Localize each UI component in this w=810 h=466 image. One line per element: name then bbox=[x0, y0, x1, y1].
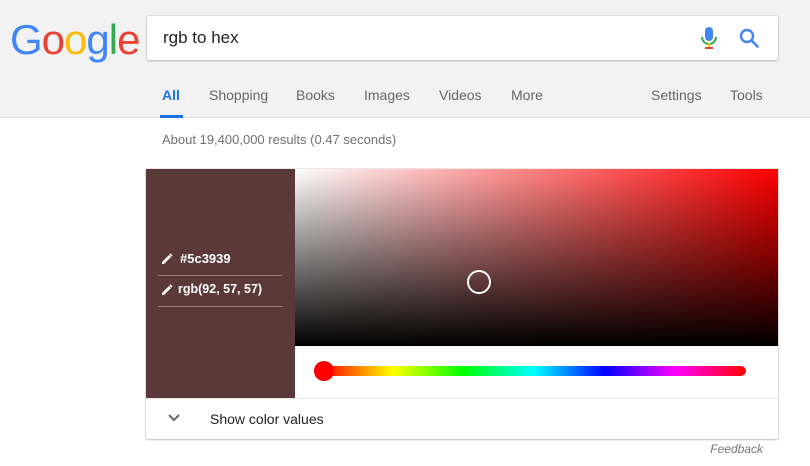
hue-slider[interactable] bbox=[314, 361, 746, 381]
color-picker-card: #5c3939 rgb(92, 57, 57) Show color value… bbox=[146, 169, 778, 439]
logo-letter: o bbox=[64, 16, 87, 63]
saturation-value-picker[interactable] bbox=[295, 169, 778, 346]
logo-letter: l bbox=[108, 16, 118, 63]
tab-videos[interactable]: Videos bbox=[439, 87, 482, 118]
search-input[interactable] bbox=[163, 16, 683, 60]
search-header: Google All Shopping Books Images Videos … bbox=[0, 0, 810, 118]
rgb-value-row[interactable]: rgb(92, 57, 57) bbox=[158, 275, 283, 307]
value-gradient bbox=[295, 169, 778, 346]
google-logo[interactable]: Google bbox=[10, 16, 140, 64]
tab-all[interactable]: All bbox=[160, 87, 183, 118]
show-color-values-label: Show color values bbox=[210, 411, 324, 427]
tab-tools[interactable]: Tools bbox=[730, 87, 763, 118]
show-color-values-button[interactable]: Show color values bbox=[146, 398, 778, 439]
logo-letter: o bbox=[41, 16, 65, 63]
chevron-down-icon bbox=[168, 414, 180, 422]
tab-shopping[interactable]: Shopping bbox=[209, 87, 268, 118]
hue-slider-handle[interactable] bbox=[314, 361, 334, 381]
rgb-value[interactable]: rgb(92, 57, 57) bbox=[178, 282, 262, 296]
feedback-link[interactable]: Feedback bbox=[710, 442, 763, 456]
result-stats: About 19,400,000 results (0.47 seconds) bbox=[162, 132, 397, 147]
microphone-icon[interactable] bbox=[700, 26, 718, 50]
tab-images[interactable]: Images bbox=[364, 87, 410, 118]
search-box bbox=[147, 16, 778, 60]
color-swatch: #5c3939 rgb(92, 57, 57) bbox=[146, 169, 295, 398]
tab-books[interactable]: Books bbox=[296, 87, 335, 118]
tab-more[interactable]: More bbox=[511, 87, 543, 118]
pencil-icon[interactable] bbox=[161, 253, 173, 265]
color-selector-handle[interactable] bbox=[466, 270, 491, 295]
pencil-icon[interactable] bbox=[161, 284, 173, 296]
logo-letter: G bbox=[10, 16, 43, 63]
search-icon[interactable] bbox=[739, 28, 759, 48]
logo-letter: g bbox=[86, 16, 109, 63]
hex-value[interactable]: #5c3939 bbox=[180, 251, 231, 266]
tab-settings[interactable]: Settings bbox=[651, 87, 702, 118]
hex-value-row[interactable]: #5c3939 bbox=[158, 244, 282, 276]
logo-letter: e bbox=[117, 16, 140, 63]
